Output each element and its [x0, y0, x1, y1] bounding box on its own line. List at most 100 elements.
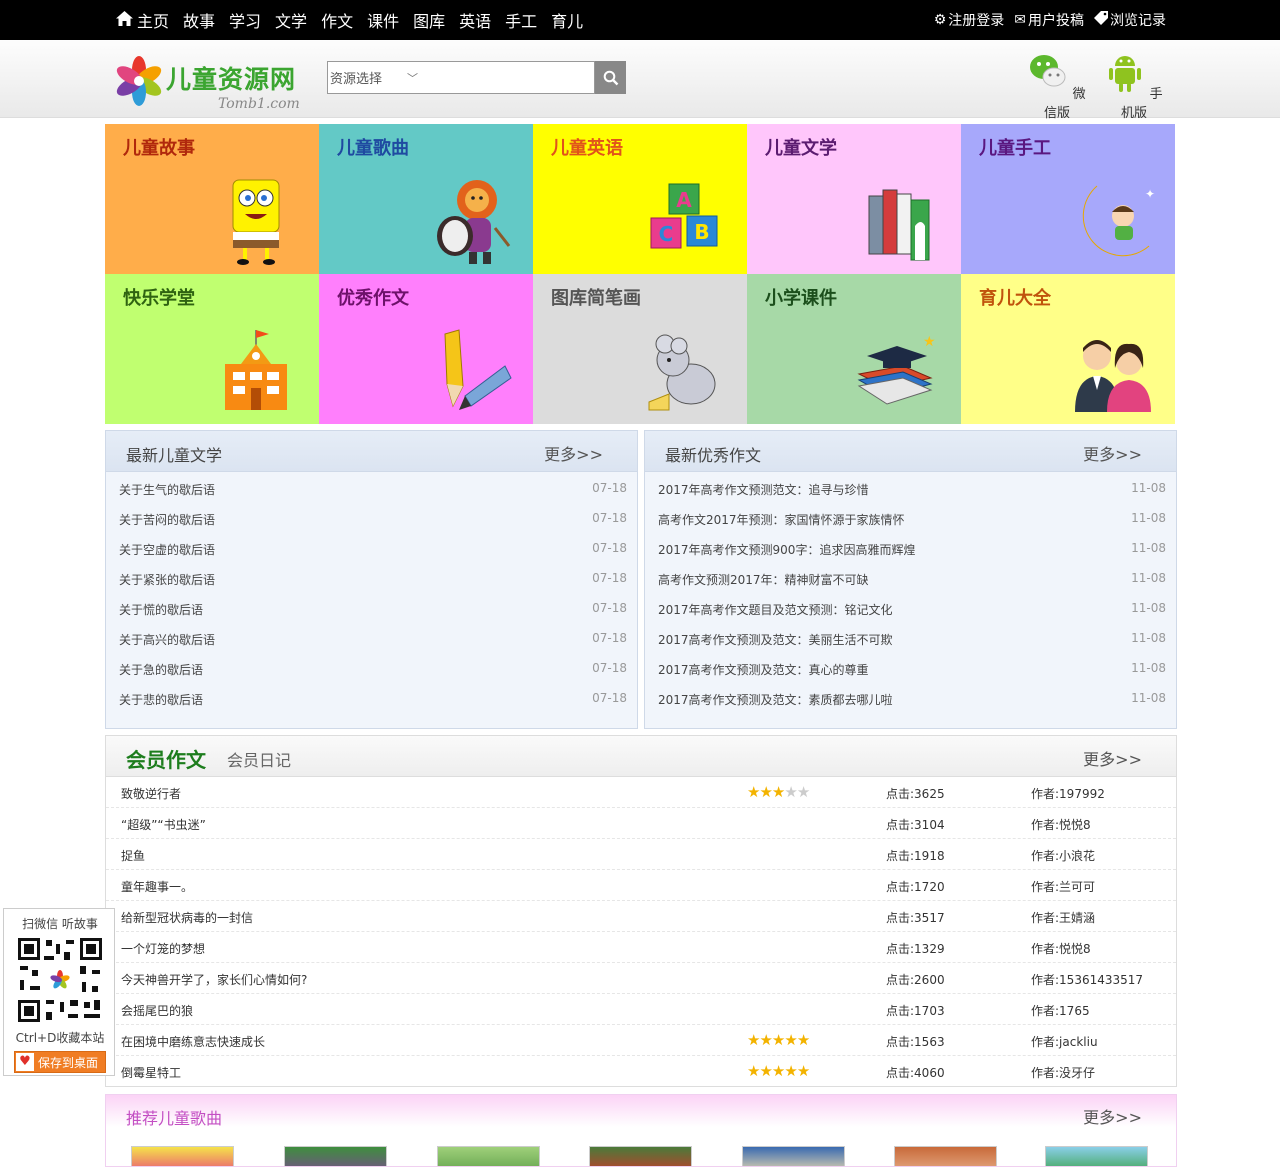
- article-title[interactable]: 关于悲的歇后语: [119, 691, 203, 708]
- nav-item-essays[interactable]: 作文: [321, 8, 353, 32]
- essay-title[interactable]: “超级”“书虫迷”: [121, 816, 206, 833]
- tile-parenting[interactable]: 育儿大全: [961, 274, 1175, 424]
- essay-title[interactable]: 给新型冠状病毒的一封信: [121, 909, 253, 926]
- submit-link[interactable]: ✉ 用户投稿: [1014, 10, 1084, 30]
- list-item[interactable]: 2017高考作文预测及范文：真心的尊重 11-08: [645, 653, 1176, 683]
- essay-title[interactable]: 倒霉星特工: [121, 1064, 181, 1081]
- song-thumbnail[interactable]: [1045, 1146, 1148, 1166]
- article-title[interactable]: 关于空虚的歇后语: [119, 541, 215, 558]
- list-item[interactable]: 关于紧张的歇后语 07-18: [106, 563, 637, 593]
- tile-crafts[interactable]: 儿童手工 ✦: [961, 124, 1175, 274]
- search-bar: 资源选择 ﹀: [327, 61, 626, 94]
- article-title[interactable]: 关于生气的歇后语: [119, 481, 215, 498]
- tab-member-essays[interactable]: 会员作文: [126, 744, 206, 773]
- nav-item-crafts[interactable]: 手工: [505, 8, 537, 32]
- mobile-version-link[interactable]: 手机版: [1099, 50, 1169, 121]
- song-thumbnail[interactable]: [437, 1146, 540, 1166]
- table-row[interactable]: 会摇尾巴的狼 点击:1703 作者:1765: [106, 994, 1176, 1025]
- essay-title[interactable]: 会摇尾巴的狼: [121, 1002, 193, 1019]
- song-thumbnail[interactable]: [284, 1146, 387, 1166]
- nav-item-literature[interactable]: 文学: [275, 8, 307, 32]
- article-title[interactable]: 关于高兴的歇后语: [119, 631, 215, 648]
- article-title[interactable]: 2017年高考作文预测900字：追求因高雅而辉煌: [658, 541, 915, 558]
- list-item[interactable]: 关于生气的歇后语 07-18: [106, 473, 637, 503]
- search-input[interactable]: 资源选择 ﹀: [327, 61, 595, 94]
- more-link[interactable]: 更多>>: [1083, 746, 1142, 770]
- more-link[interactable]: 更多>>: [1083, 1104, 1142, 1128]
- song-thumbnail[interactable]: [742, 1146, 845, 1166]
- list-item[interactable]: 2017年高考作文预测900字：追求因高雅而辉煌 11-08: [645, 533, 1176, 563]
- list-item[interactable]: 关于急的歇后语 07-18: [106, 653, 637, 683]
- list-item[interactable]: 2017年高考作文预测范文：追寻与珍惜 11-08: [645, 473, 1176, 503]
- list-item[interactable]: 关于高兴的歇后语 07-18: [106, 623, 637, 653]
- article-title[interactable]: 关于苦闷的歇后语: [119, 511, 215, 528]
- song-thumbnail[interactable]: [131, 1146, 234, 1166]
- article-title[interactable]: 高考作文预测2017年：精神财富不可缺: [658, 571, 869, 588]
- essay-title[interactable]: 致敬逆行者: [121, 785, 181, 802]
- tile-courseware[interactable]: 小学课件 ★: [747, 274, 961, 424]
- more-link[interactable]: 更多>>: [544, 441, 603, 465]
- tile-stories[interactable]: 儿童故事: [105, 124, 319, 274]
- qr-code-image: [16, 936, 104, 1024]
- site-logo[interactable]: 儿童资源网 Tomb1.com: [114, 54, 304, 114]
- essay-title[interactable]: 捉鱼: [121, 847, 145, 864]
- nav-item-study[interactable]: 学习: [229, 8, 261, 32]
- article-title[interactable]: 关于紧张的歇后语: [119, 571, 215, 588]
- article-title[interactable]: 2017年高考作文预测范文：追寻与珍惜: [658, 481, 869, 498]
- song-thumbnail[interactable]: [894, 1146, 997, 1166]
- list-item[interactable]: 关于慌的歇后语 07-18: [106, 593, 637, 623]
- table-row[interactable]: 在困境中磨练意志快速成长 ★★★★★ 点击:1563 作者:jackliu: [106, 1025, 1176, 1056]
- table-row[interactable]: 给新型冠状病毒的一封信 点击:3517 作者:王婧涵: [106, 901, 1176, 932]
- table-row[interactable]: 捉鱼 点击:1918 作者:小浪花: [106, 839, 1176, 870]
- article-title[interactable]: 关于急的歇后语: [119, 661, 203, 678]
- list-item[interactable]: 2017年高考作文题目及范文预测：铭记文化 11-08: [645, 593, 1176, 623]
- list-item[interactable]: 关于悲的歇后语 07-18: [106, 683, 637, 713]
- table-row[interactable]: 倒霉星特工 ★★★★★ 点击:4060 作者:没牙仔: [106, 1056, 1176, 1087]
- search-button[interactable]: [595, 61, 626, 94]
- tile-literature[interactable]: 儿童文学: [747, 124, 961, 274]
- gear-icon: ⚙: [933, 12, 947, 28]
- list-item[interactable]: 高考作文预测2017年：精神财富不可缺 11-08: [645, 563, 1176, 593]
- nav-item-english[interactable]: 英语: [459, 8, 491, 32]
- history-link[interactable]: 浏览记录: [1094, 10, 1166, 30]
- article-title[interactable]: 2017高考作文预测及范文：素质都去哪儿啦: [658, 691, 893, 708]
- essay-title[interactable]: 今天神兽开学了，家长们心情如何?: [121, 971, 307, 988]
- tile-songs[interactable]: 儿童歌曲: [319, 124, 533, 274]
- register-login-link[interactable]: ⚙ 注册登录: [934, 10, 1005, 30]
- table-row[interactable]: 童年趣事一。 点击:1720 作者:兰可可: [106, 870, 1176, 901]
- resource-select[interactable]: 资源选择 ﹀: [328, 68, 424, 88]
- tile-drawings[interactable]: 图库简笔画: [533, 274, 747, 424]
- nav-home[interactable]: 主页: [116, 8, 169, 32]
- tile-essays[interactable]: 优秀作文: [319, 274, 533, 424]
- song-thumbnail[interactable]: [589, 1146, 692, 1166]
- essay-title[interactable]: 童年趣事一。: [121, 878, 193, 895]
- nav-item-parenting[interactable]: 育儿: [551, 8, 583, 32]
- article-title[interactable]: 高考作文2017年预测：家国情怀源于家族情怀: [658, 511, 905, 528]
- list-item[interactable]: 高考作文2017年预测：家国情怀源于家族情怀 11-08: [645, 503, 1176, 533]
- list-item[interactable]: 关于空虚的歇后语 07-18: [106, 533, 637, 563]
- tab-member-diary[interactable]: 会员日记: [227, 747, 291, 771]
- save-to-desktop-button[interactable]: ♥ 保存到桌面: [14, 1051, 106, 1073]
- article-title[interactable]: 2017高考作文预测及范文：美丽生活不可欺: [658, 631, 893, 648]
- list-item[interactable]: 2017高考作文预测及范文：素质都去哪儿啦 11-08: [645, 683, 1176, 713]
- nav-item-stories[interactable]: 故事: [183, 8, 215, 32]
- table-row[interactable]: “超级”“书虫迷” 点击:3104 作者:悦悦8: [106, 808, 1176, 839]
- tile-happy-school[interactable]: 快乐学堂: [105, 274, 319, 424]
- list-item[interactable]: 关于苦闷的歇后语 07-18: [106, 503, 637, 533]
- star-icon: ★: [747, 1062, 760, 1080]
- nav-item-courseware[interactable]: 课件: [367, 8, 399, 32]
- article-title[interactable]: 2017年高考作文题目及范文预测：铭记文化: [658, 601, 893, 618]
- nav-item-gallery[interactable]: 图库: [413, 8, 445, 32]
- table-row[interactable]: 致敬逆行者 ★★★★★ 点击:3625 作者:197992: [106, 777, 1176, 808]
- essay-title[interactable]: 在困境中磨练意志快速成长: [121, 1033, 265, 1050]
- article-title[interactable]: 关于慌的歇后语: [119, 601, 203, 618]
- table-row[interactable]: 一个灯笼的梦想 点击:1329 作者:悦悦8: [106, 932, 1176, 963]
- essay-title[interactable]: 一个灯笼的梦想: [121, 940, 205, 957]
- list-item[interactable]: 2017高考作文预测及范文：美丽生活不可欺 11-08: [645, 623, 1176, 653]
- table-row[interactable]: 今天神兽开学了，家长们心情如何? 点击:2600 作者:15361433517: [106, 963, 1176, 994]
- tile-english[interactable]: 儿童英语 A C B: [533, 124, 747, 274]
- click-count: 点击:3104: [886, 818, 945, 832]
- article-title[interactable]: 2017高考作文预测及范文：真心的尊重: [658, 661, 869, 678]
- wechat-version-link[interactable]: 微信版: [1022, 50, 1092, 121]
- more-link[interactable]: 更多>>: [1083, 441, 1142, 465]
